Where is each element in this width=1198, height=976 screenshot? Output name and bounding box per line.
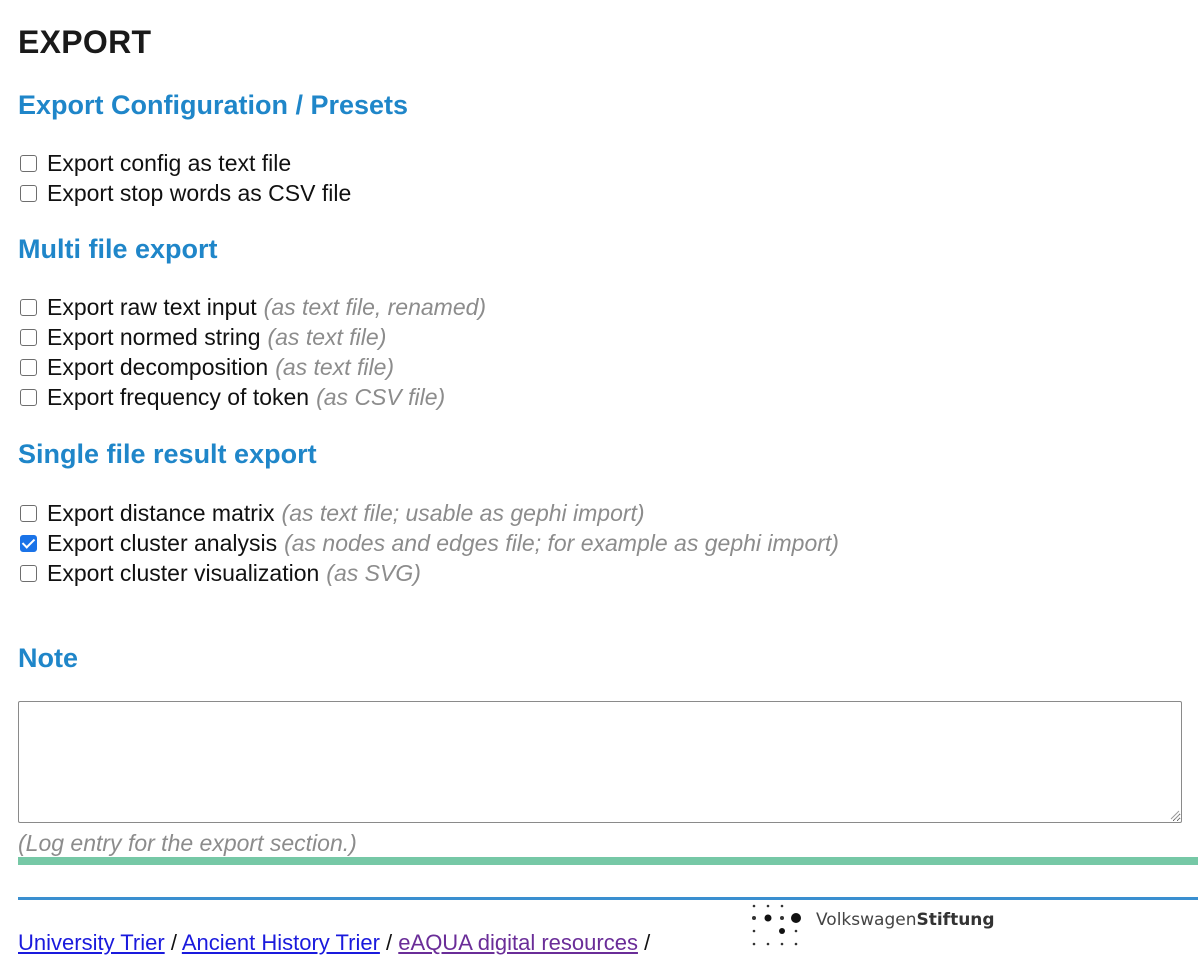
option-row[interactable]: Export stop words as CSV file (18, 178, 351, 208)
option-hint: (as text file) (275, 353, 395, 380)
option-label[interactable]: Export raw text input (47, 294, 257, 321)
config-options: Export config as text file Export stop wo… (18, 148, 351, 208)
option-hint: (as nodes and edges file; for example as… (284, 529, 839, 556)
option-label[interactable]: Export cluster visualization (47, 560, 319, 587)
link-university-trier[interactable]: University Trier (18, 930, 165, 955)
checkbox[interactable] (20, 184, 37, 202)
checkbox[interactable] (20, 388, 37, 406)
option-label[interactable]: Export stop words as CSV file (47, 180, 351, 207)
logo-wordmark: VolkswagenStiftung (816, 910, 995, 930)
link-eaqua-digital-resources[interactable]: eAQUA digital resources (398, 930, 638, 955)
section-heading-multi-file: Multi file export (18, 234, 218, 264)
option-hint: (as CSV file) (316, 383, 446, 410)
section-heading-single-file: Single file result export (18, 439, 317, 469)
option-row[interactable]: Export raw text input (as text file, rena… (18, 292, 486, 322)
multi-file-options: Export raw text input (as text file, rena… (18, 292, 486, 412)
checkbox[interactable] (20, 154, 37, 172)
option-hint: (as text file, renamed) (263, 293, 487, 320)
option-hint: (as text file) (267, 323, 387, 350)
single-file-options: Export distance matrix (as text file; usa… (18, 498, 839, 588)
option-row[interactable]: Export distance matrix (as text file; usa… (18, 498, 839, 528)
resize-grip-icon[interactable] (1168, 808, 1180, 820)
option-label[interactable]: Export normed string (47, 324, 260, 351)
volkswagen-stiftung-logo[interactable]: VolkswagenStiftung (746, 902, 1006, 954)
option-label[interactable]: Export frequency of token (47, 384, 309, 411)
option-label[interactable]: Export distance matrix (47, 500, 275, 527)
note-caption: (Log entry for the export section.) (18, 830, 357, 856)
checkbox-checked[interactable] (20, 534, 37, 552)
option-row[interactable]: Export config as text file (18, 148, 351, 178)
dot-matrix-logo-icon (752, 904, 801, 946)
checkbox[interactable] (20, 328, 37, 346)
breadcrumb-separator: / (644, 930, 651, 955)
section-heading-note: Note (18, 643, 78, 673)
breadcrumb-separator: / (170, 930, 177, 955)
green-divider (18, 857, 1198, 865)
checkbox[interactable] (20, 504, 37, 522)
link-ancient-history-trier[interactable]: Ancient History Trier (182, 930, 380, 955)
note-textarea[interactable] (18, 701, 1182, 823)
checkbox[interactable] (20, 358, 37, 376)
option-label[interactable]: Export cluster analysis (47, 530, 277, 557)
blue-divider (18, 897, 1198, 900)
breadcrumb-separator: / (386, 930, 393, 955)
option-row[interactable]: Export cluster visualization (as SVG) (18, 558, 839, 588)
option-row[interactable]: Export decomposition (as text file) (18, 352, 486, 382)
checkbox[interactable] (20, 298, 37, 316)
option-label[interactable]: Export config as text file (47, 150, 291, 177)
section-heading-config: Export Configuration / Presets (18, 90, 409, 120)
page-title: EXPORT (18, 24, 152, 60)
option-label[interactable]: Export decomposition (47, 354, 268, 381)
option-hint: (as SVG) (326, 559, 421, 586)
option-hint: (as text file; usable as gephi import) (281, 499, 645, 526)
option-row[interactable]: Export normed string (as text file) (18, 322, 486, 352)
footer-breadcrumb: University Trier / Ancient History Trier… (18, 930, 650, 956)
option-row[interactable]: Export frequency of token (as CSV file) (18, 382, 486, 412)
checkbox[interactable] (20, 564, 37, 582)
option-row[interactable]: Export cluster analysis (as nodes and edg… (18, 528, 839, 558)
